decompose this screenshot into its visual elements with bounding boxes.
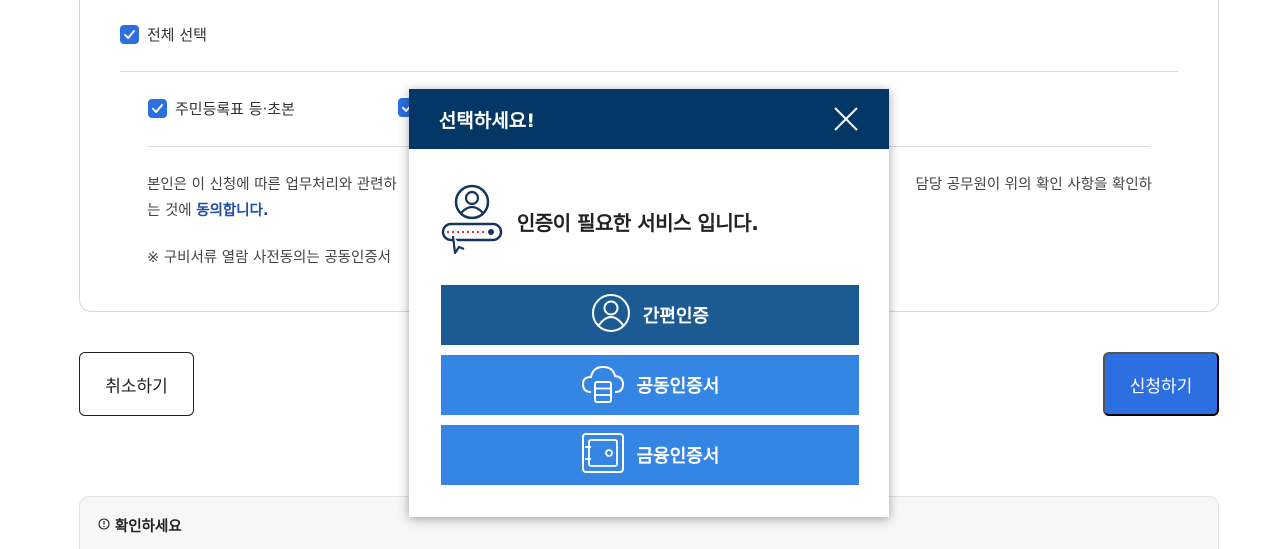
cancel-button[interactable]: 취소하기 [79,352,194,416]
select-all-label: 전체 선택 [147,26,207,44]
modal-title: 선택하세요! [439,109,536,132]
auth-select-modal: 선택하세요! 인증이 필요한 서비스 입니다. 간편인증 공동인증서 금융인증서 [409,89,889,517]
joint-certificate-button[interactable]: 공동인증서 [441,355,859,415]
simple-auth-label: 간편인증 [642,306,710,327]
joint-certificate-label: 공동인증서 [636,376,720,397]
checkbox-resident-registration[interactable]: 주민등록표 등·초본 [148,98,295,119]
consent-line2-prefix: 는 것에 [147,203,197,219]
person-icon [591,293,631,338]
safe-icon [581,432,625,479]
financial-certificate-button[interactable]: 금융인증서 [441,425,859,485]
modal-header: 선택하세요! [409,89,889,149]
auth-message-row: 인증이 필요한 서비스 입니다. [441,183,759,259]
simple-auth-button[interactable]: 간편인증 [441,285,859,345]
authentication-icon [441,183,503,259]
select-all-checkbox[interactable]: 전체 선택 [120,24,207,45]
auth-message: 인증이 필요한 서비스 입니다. [517,210,759,235]
checkbox-checked-icon [148,99,167,118]
cloud-database-icon [581,362,625,409]
consent-agree: 동의합니다. [196,203,269,219]
divider [120,71,1178,72]
consent-text-right: 담당 공무원이 위의 확인 사항을 확인하 [915,177,1152,193]
apply-button[interactable]: 신청하기 [1103,352,1219,416]
checkbox-checked-icon [120,25,139,44]
financial-certificate-label: 금융인증서 [636,446,720,467]
close-icon[interactable] [833,106,859,132]
confirm-title: 확인하세요 [98,515,182,536]
confirm-title-text: 확인하세요 [115,519,182,535]
info-icon [98,517,110,534]
consent-text-left: 본인은 이 신청에 따른 업무처리와 관련하 [147,177,397,193]
checkbox-label: 주민등록표 등·초본 [175,100,295,118]
note-text: ※ 구비서류 열람 사전동의는 공동인증서 [147,250,392,266]
